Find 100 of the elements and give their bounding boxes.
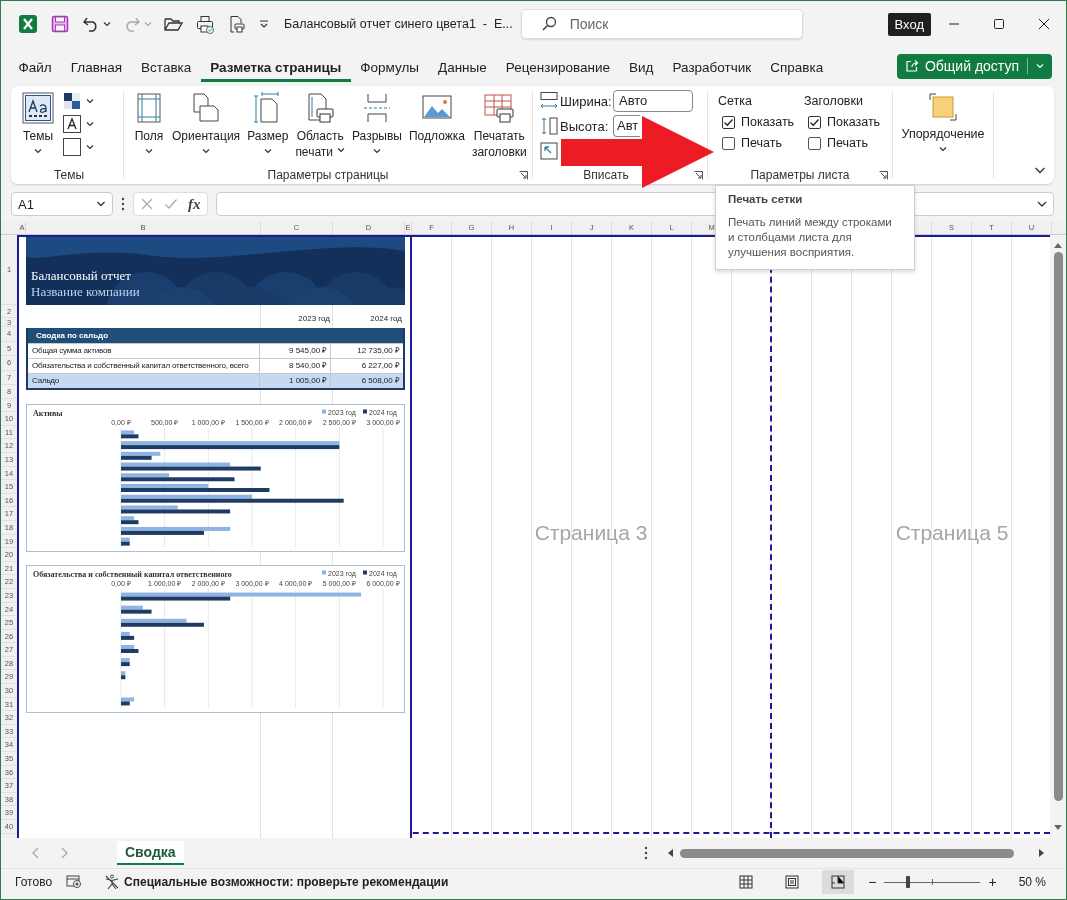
dialog-launcher-icon[interactable] — [879, 171, 888, 180]
ribbon-tab[interactable]: Рецензирование — [496, 54, 620, 82]
print-preview-icon[interactable] — [228, 14, 246, 34]
colors-button[interactable] — [63, 92, 94, 110]
grid-icon — [739, 875, 754, 889]
font-icon — [63, 115, 81, 133]
scroll-up-icon[interactable] — [1053, 241, 1063, 249]
table-cell: 1 005,00 ₽ — [259, 374, 332, 388]
more-options-icon[interactable] — [121, 197, 125, 211]
chevron-icon — [145, 147, 153, 155]
page-number-label: Страница 3 — [534, 520, 648, 545]
dropdown-field[interactable]: Авт — [613, 115, 640, 137]
option-heading: Заголовки — [804, 94, 864, 108]
arrowhead — [642, 116, 714, 188]
ribbon-button[interactable]: Печатать заголовки — [470, 90, 528, 162]
ribbon-tab[interactable]: Справка — [760, 54, 833, 82]
ribbon-button[interactable]: Подложка — [407, 90, 466, 146]
undo-icon[interactable] — [82, 15, 100, 33]
insert-function-button[interactable]: fx — [188, 195, 201, 213]
checkbox[interactable] — [722, 115, 735, 129]
horizontal-scrollbar[interactable] — [666, 848, 1046, 858]
table-printer-icon — [483, 92, 516, 124]
excel-logo-icon — [18, 14, 38, 34]
customize-toolbar-icon[interactable] — [259, 19, 269, 29]
scroll-left-icon[interactable] — [666, 848, 674, 858]
more-options-icon[interactable] — [644, 846, 648, 860]
table-heading: Сводка по сальдо — [36, 331, 109, 340]
page-icon — [785, 875, 800, 889]
status-text: Готово — [15, 875, 53, 889]
table-cell: Сальдо — [28, 374, 260, 388]
themes-button[interactable]: Темы — [21, 90, 55, 157]
ribbon-button[interactable]: Область печати — [294, 90, 346, 162]
stacked-squares-icon — [928, 92, 958, 122]
check-icon[interactable] — [164, 197, 178, 211]
zoom-out-button[interactable]: − — [868, 874, 877, 890]
option-heading: Сетка — [718, 94, 753, 108]
chevron-icon — [1036, 62, 1044, 70]
page-break-preview-button[interactable] — [822, 870, 855, 894]
ribbon-tab[interactable]: Разметка страницы — [200, 54, 351, 82]
ribbon-tab[interactable]: Вставка — [131, 54, 201, 82]
chevron-icon — [86, 143, 94, 151]
save-icon[interactable] — [51, 15, 69, 33]
chevron-icon — [263, 147, 272, 155]
ribbon-button[interactable]: Разрывы — [351, 90, 403, 157]
dropdown-field[interactable]: Авто — [613, 90, 693, 112]
scale-icon — [539, 141, 559, 161]
name-box[interactable]: A1 — [11, 192, 113, 216]
sign-in-button[interactable]: Вход — [887, 12, 931, 36]
effects-button[interactable] — [63, 138, 94, 156]
accessibility-icon — [104, 874, 121, 890]
dialog-launcher-icon[interactable] — [694, 171, 703, 180]
chevron-icon — [939, 145, 947, 153]
page-number-label: Страница 5 — [895, 520, 1009, 545]
search-icon — [540, 16, 557, 32]
caret-icon[interactable] — [103, 20, 111, 28]
folder-icon[interactable] — [164, 16, 183, 32]
scroll-right-icon[interactable] — [1038, 848, 1046, 858]
checkbox[interactable] — [722, 136, 735, 150]
window-title: Балансовый отчет синего цвета1 - E... — [284, 17, 513, 31]
height-icon — [539, 116, 559, 136]
accessibility-status[interactable]: Специальные возможности: проверьте рекомендации — [104, 874, 449, 890]
maximize-icon — [993, 18, 1005, 30]
ribbon-button[interactable]: Размер — [246, 90, 290, 157]
checkbox-label: Печать — [827, 136, 868, 150]
fonts-button[interactable] — [63, 115, 94, 133]
ribbon-tab[interactable]: Главная — [61, 54, 132, 82]
chart-title: Активы — [33, 409, 63, 418]
ribbon-tab[interactable]: Данные — [428, 54, 497, 82]
chevron-icon — [202, 147, 211, 155]
zoom-slider-thumb[interactable] — [906, 876, 911, 888]
checkbox[interactable] — [808, 115, 821, 129]
printer-icon[interactable] — [196, 14, 215, 34]
chevron-icon — [34, 147, 42, 155]
ribbon-tab[interactable]: Файл — [9, 54, 62, 82]
search-field[interactable]: Поиск — [520, 9, 803, 39]
year-header: 2024 год — [369, 314, 403, 323]
vertical-scrollbar[interactable] — [1050, 235, 1066, 838]
checkbox[interactable] — [808, 136, 821, 150]
ribbon-button[interactable]: Поля — [132, 90, 166, 157]
page-break-icon — [361, 92, 393, 124]
arrange-button[interactable]: Упорядочение — [899, 90, 987, 155]
table-cell-text: 6 227,00 ₽ — [360, 360, 401, 372]
ribbon-tab[interactable]: Формулы — [350, 54, 429, 82]
share-icon — [904, 59, 919, 73]
sheet-tab[interactable]: Сводка — [117, 841, 184, 865]
color-squares-icon — [63, 92, 81, 110]
themes-icon — [22, 92, 54, 124]
field-label: Ширина: — [560, 93, 612, 109]
scroll-down-icon[interactable] — [1053, 824, 1063, 832]
tooltip-title: Печать сетки — [728, 193, 804, 205]
ribbon-tab[interactable]: Разработчик — [663, 54, 761, 82]
zoom-level[interactable]: 50 % — [1018, 875, 1046, 889]
ribbon-button[interactable]: Ориентация — [171, 90, 242, 157]
dialog-launcher-icon[interactable] — [519, 171, 528, 180]
chevron-icon — [373, 147, 381, 155]
macro-recording-icon[interactable] — [66, 875, 83, 889]
share-button[interactable]: Общий доступ — [896, 53, 1052, 79]
zoom-in-button[interactable]: + — [988, 874, 997, 890]
zoom-slider-track[interactable] — [884, 876, 981, 888]
ribbon-tab[interactable]: Вид — [619, 54, 663, 82]
